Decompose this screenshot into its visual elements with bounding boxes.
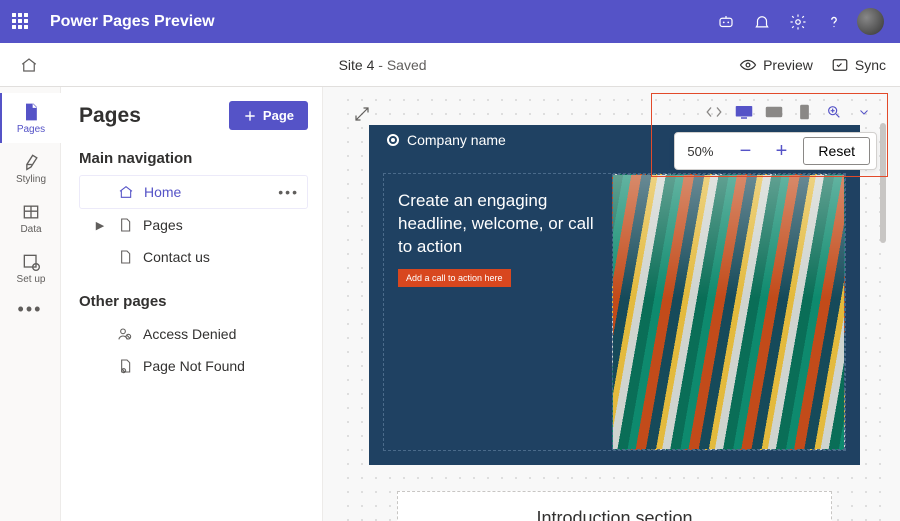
add-page-label: Page bbox=[263, 108, 294, 123]
nav-item-pages[interactable]: ▶ Pages bbox=[79, 209, 308, 241]
chevron-right-icon[interactable]: ▶ bbox=[93, 219, 107, 232]
item-more-icon[interactable]: ••• bbox=[278, 184, 299, 200]
rail-more-icon[interactable]: ••• bbox=[18, 299, 43, 320]
hero-body: Create an engaging headline, welcome, or… bbox=[383, 173, 846, 451]
nav-label: Contact us bbox=[143, 249, 210, 265]
nav-label: Home bbox=[144, 184, 181, 200]
rail-setup[interactable]: Set up bbox=[0, 243, 61, 293]
company-name-row[interactable]: Company name bbox=[387, 132, 506, 148]
zoom-out-button[interactable]: − bbox=[731, 137, 759, 165]
rail-label: Data bbox=[20, 224, 41, 235]
hero-headline: Create an engaging headline, welcome, or… bbox=[398, 190, 600, 259]
company-name-text: Company name bbox=[407, 132, 506, 148]
nav-item-contact[interactable]: Contact us bbox=[79, 241, 308, 273]
zoom-in-button[interactable]: + bbox=[767, 137, 795, 165]
panel-title: Pages bbox=[79, 104, 141, 128]
hero-text-block[interactable]: Create an engaging headline, welcome, or… bbox=[384, 174, 612, 450]
hero-image-placeholder[interactable] bbox=[612, 174, 845, 450]
design-canvas: 50% − + Reset Company name Create an eng… bbox=[323, 87, 900, 521]
nav-item-home[interactable]: Home ••• bbox=[79, 175, 308, 209]
radio-selected-icon bbox=[387, 134, 399, 146]
workspace: Pages Styling Data Set up ••• Pages Page… bbox=[0, 87, 900, 521]
rail-pages[interactable]: Pages bbox=[0, 93, 61, 143]
intro-title: Introduction section bbox=[428, 508, 801, 521]
site-status: Site 4 - Saved bbox=[44, 57, 721, 73]
zoom-control: 50% − + Reset bbox=[674, 132, 877, 170]
section-main-nav: Main navigation bbox=[79, 150, 308, 167]
app-title: Power Pages Preview bbox=[50, 13, 215, 31]
code-view-icon[interactable] bbox=[705, 103, 723, 121]
rail-data[interactable]: Data bbox=[0, 193, 61, 243]
sync-label: Sync bbox=[855, 57, 886, 73]
zoom-reset-button[interactable]: Reset bbox=[803, 137, 870, 165]
zoom-icon[interactable] bbox=[825, 103, 843, 121]
nav-item-not-found[interactable]: Page Not Found bbox=[79, 350, 308, 382]
copilot-icon[interactable] bbox=[708, 0, 744, 43]
rail-label: Pages bbox=[17, 124, 45, 135]
resize-diagonal-icon[interactable] bbox=[353, 105, 371, 126]
nav-label: Access Denied bbox=[143, 326, 236, 342]
app-launcher-icon[interactable] bbox=[12, 13, 30, 31]
nav-item-access-denied[interactable]: Access Denied bbox=[79, 318, 308, 350]
command-bar: Site 4 - Saved Preview Sync bbox=[0, 43, 900, 87]
home-icon[interactable] bbox=[14, 56, 44, 74]
intro-section[interactable]: Introduction section Create a short para… bbox=[397, 491, 832, 521]
preview-button[interactable]: Preview bbox=[739, 56, 813, 74]
zoom-toolbar-highlight: 50% − + Reset bbox=[651, 93, 888, 177]
user-avatar[interactable] bbox=[852, 0, 888, 43]
desktop-view-icon[interactable] bbox=[735, 103, 753, 121]
pages-panel: Pages Page Main navigation Home ••• ▶ Pa… bbox=[61, 87, 323, 521]
preview-label: Preview bbox=[763, 57, 813, 73]
rail-label: Styling bbox=[16, 174, 46, 185]
rail-styling[interactable]: Styling bbox=[0, 143, 61, 193]
nav-label: Pages bbox=[143, 217, 183, 233]
notifications-icon[interactable] bbox=[744, 0, 780, 43]
settings-icon[interactable] bbox=[780, 0, 816, 43]
hero-cta-button[interactable]: Add a call to action here bbox=[398, 269, 511, 287]
zoom-value: 50% bbox=[687, 144, 713, 159]
mobile-view-icon[interactable] bbox=[795, 103, 813, 121]
site-name: Site 4 bbox=[339, 57, 375, 73]
rail-label: Set up bbox=[17, 274, 46, 285]
add-page-button[interactable]: Page bbox=[229, 101, 308, 130]
help-icon[interactable] bbox=[816, 0, 852, 43]
app-header: Power Pages Preview bbox=[0, 0, 900, 43]
chevron-down-icon[interactable] bbox=[855, 103, 873, 121]
tablet-landscape-icon[interactable] bbox=[765, 103, 783, 121]
left-rail: Pages Styling Data Set up ••• bbox=[0, 87, 61, 521]
section-other-pages: Other pages bbox=[79, 293, 308, 310]
sync-button[interactable]: Sync bbox=[831, 56, 886, 74]
save-status: - Saved bbox=[374, 57, 426, 73]
nav-label: Page Not Found bbox=[143, 358, 245, 374]
